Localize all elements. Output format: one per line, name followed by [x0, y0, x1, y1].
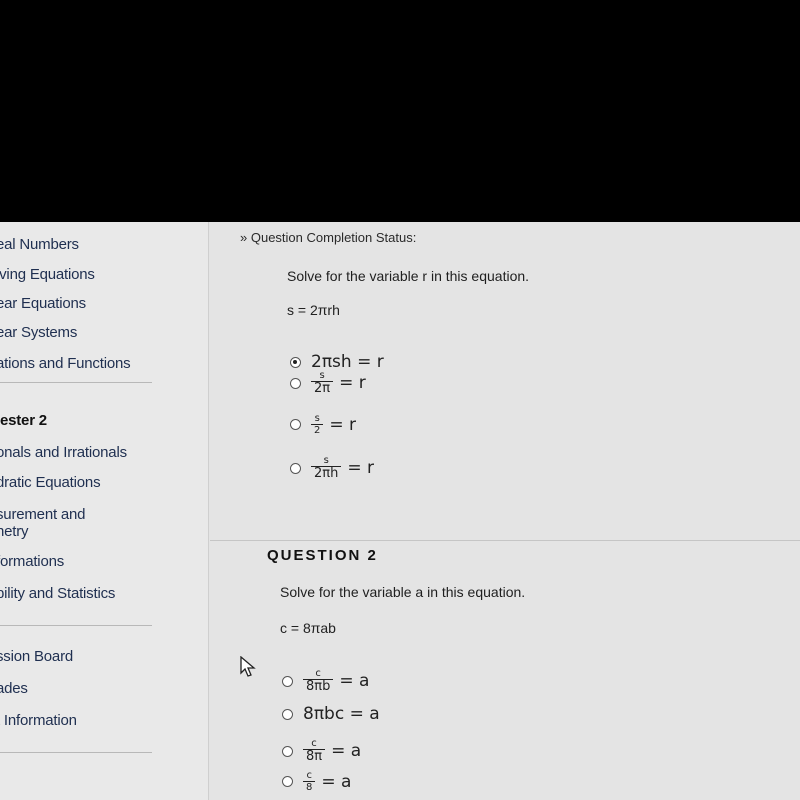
sidebar-item-linear-equations[interactable]: ear Equations [0, 295, 86, 312]
sidebar-item-probability-statistics[interactable]: bility and Statistics [0, 585, 115, 602]
option-expression: 8πbc = a [303, 704, 380, 724]
radio-button[interactable] [282, 708, 293, 720]
sidebar-item-measurement-geometry[interactable]: surement and [0, 506, 86, 523]
sidebar-item-discussion-board[interactable]: ssion Board [0, 648, 73, 665]
sidebar-item-real-numbers[interactable]: eal Numbers [0, 236, 79, 253]
assessment-main: » Question Completion Status: Solve for … [210, 222, 800, 800]
q2-option-3[interactable]: c 8π = a [282, 738, 361, 764]
question-1-prompt: Solve for the variable r in this equatio… [287, 268, 530, 284]
option-expression: c8 = a [303, 770, 351, 793]
option-expression: c 8πb = a [303, 668, 369, 694]
sidebar-item-quadratic-equations[interactable]: dratic Equations [0, 474, 101, 491]
question-completion-status[interactable]: » Question Completion Status: [240, 230, 416, 245]
radio-button[interactable] [282, 675, 293, 687]
q1-option-3[interactable]: s2 = r [290, 413, 356, 436]
sidebar-heading-semester-2: iester 2 [0, 412, 47, 429]
mouse-pointer-icon [240, 656, 256, 677]
sidebar-item-transformations[interactable]: formations [0, 553, 64, 570]
q2-option-4[interactable]: c8 = a [282, 770, 351, 793]
q1-option-2[interactable]: s 2π = r [290, 370, 366, 396]
sidebar-item-grades[interactable]: ades [0, 680, 28, 697]
radio-button[interactable] [290, 377, 301, 389]
browser-screen: eal Numbers lving Equations ear Equation… [0, 222, 800, 800]
q2-option-1[interactable]: c 8πb = a [282, 668, 369, 694]
option-expression: s 2π = r [311, 370, 366, 396]
sidebar-item-linear-systems[interactable]: ear Systems [0, 324, 77, 341]
q1-option-1[interactable]: 2πsh = r [290, 352, 384, 372]
option-expression: s 2πh = r [311, 455, 374, 481]
radio-button[interactable] [290, 419, 301, 430]
question-2-prompt: Solve for the variable a in this equatio… [280, 584, 526, 600]
sidebar-item-rationals-irrationals[interactable]: onals and Irrationals [0, 444, 127, 461]
double-chevron-down-icon: » [240, 230, 248, 245]
radio-button[interactable] [282, 776, 293, 787]
option-expression: s2 = r [311, 413, 356, 436]
option-expression: 2πsh = r [311, 352, 384, 372]
question-1-equation: s = 2πrh [287, 302, 340, 318]
sidebar-item-solving-equations[interactable]: lving Equations [0, 266, 95, 283]
radio-button[interactable] [290, 462, 301, 474]
option-expression: c 8π = a [303, 738, 361, 764]
radio-button-selected[interactable] [290, 356, 301, 368]
course-sidebar: eal Numbers lving Equations ear Equation… [0, 222, 209, 800]
q2-option-2[interactable]: 8πbc = a [282, 704, 380, 724]
sidebar-item-measurement-geometry-line2[interactable]: netry [0, 523, 29, 540]
question-2-title: QUESTION 2 [267, 547, 378, 564]
sidebar-divider [0, 382, 152, 383]
sidebar-item-relations-functions[interactable]: ations and Functions [0, 355, 131, 372]
sidebar-item-contact-information[interactable]: t Information [0, 712, 77, 729]
sidebar-divider [0, 625, 152, 626]
sidebar-divider [0, 752, 152, 753]
question-2-equation: c = 8πab [280, 620, 336, 636]
radio-button[interactable] [282, 745, 293, 757]
question-divider [210, 540, 800, 541]
q1-option-4[interactable]: s 2πh = r [290, 455, 374, 481]
